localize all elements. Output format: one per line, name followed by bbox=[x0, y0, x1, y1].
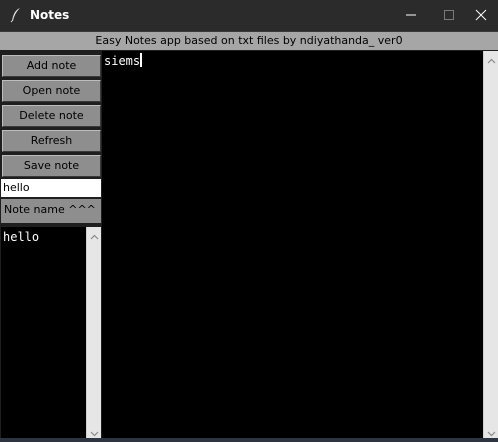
scroll-up-arrow[interactable] bbox=[484, 51, 498, 65]
save-note-button[interactable]: Save note bbox=[2, 155, 101, 177]
note-name-label: Note name ^^^ bbox=[1, 199, 101, 223]
editor-scrollbar[interactable] bbox=[483, 51, 498, 438]
text-caret bbox=[140, 53, 143, 67]
refresh-button[interactable]: Refresh bbox=[2, 130, 101, 152]
open-note-button[interactable]: Open note bbox=[2, 80, 101, 102]
delete-note-button[interactable]: Delete note bbox=[2, 105, 101, 127]
close-button[interactable] bbox=[466, 0, 496, 31]
close-icon bbox=[475, 6, 487, 25]
app-header: Easy Notes app based on txt files by ndi… bbox=[0, 32, 498, 50]
chevron-up-icon bbox=[90, 225, 99, 244]
minimize-button[interactable] bbox=[396, 0, 426, 31]
minimize-icon bbox=[405, 6, 417, 25]
scroll-down-arrow[interactable] bbox=[484, 424, 498, 438]
chevron-up-icon bbox=[487, 49, 496, 68]
maximize-icon bbox=[443, 6, 455, 25]
maximize-button[interactable] bbox=[434, 0, 464, 31]
title-bar[interactable]: Notes bbox=[0, 0, 498, 32]
scroll-down-arrow[interactable] bbox=[87, 424, 101, 438]
taskbar-edge bbox=[0, 438, 498, 442]
scroll-up-arrow[interactable] bbox=[87, 227, 101, 241]
window-title: Notes bbox=[30, 8, 70, 22]
editor-text: siems bbox=[104, 54, 141, 68]
notes-list[interactable]: hello bbox=[1, 227, 86, 438]
list-item[interactable]: hello bbox=[3, 229, 84, 245]
note-editor[interactable]: siems bbox=[102, 51, 483, 438]
add-note-button[interactable]: Add note bbox=[2, 55, 101, 77]
feather-icon bbox=[9, 7, 23, 23]
notes-list-scrollbar[interactable] bbox=[86, 227, 101, 438]
note-name-input[interactable] bbox=[1, 179, 101, 197]
